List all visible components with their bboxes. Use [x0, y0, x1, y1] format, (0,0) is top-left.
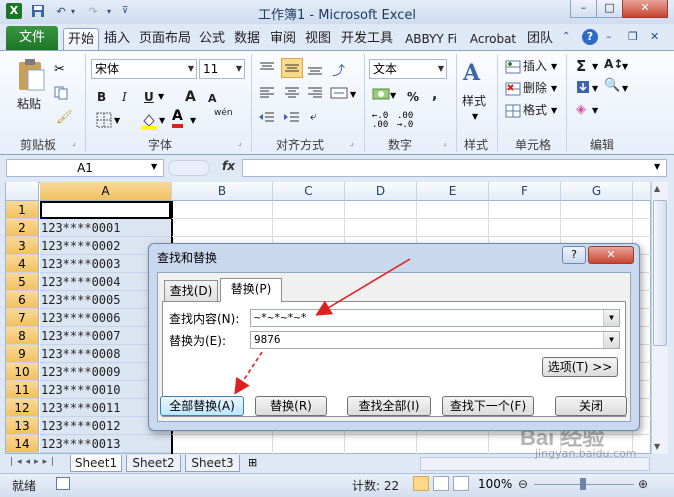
annotation-arrows — [234, 258, 411, 395]
arrow-to-replace-all — [234, 351, 263, 395]
arrow-to-find-input — [315, 258, 411, 316]
